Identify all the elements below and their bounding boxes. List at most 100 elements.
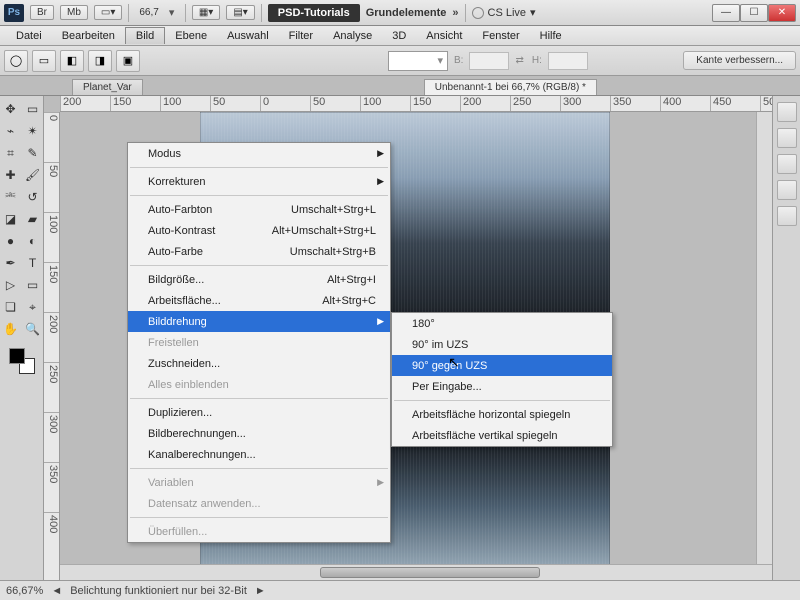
tab-planet[interactable]: Planet_Var bbox=[72, 79, 143, 95]
menu-item[interactable]: 90° im UZS bbox=[392, 334, 612, 355]
scrollbar-vertical[interactable] bbox=[756, 112, 772, 564]
crop-tool-icon[interactable]: ⌗ bbox=[1, 143, 21, 163]
minimize-button[interactable]: — bbox=[712, 4, 740, 22]
panel-icon[interactable] bbox=[777, 154, 797, 174]
height-label: H: bbox=[530, 55, 544, 66]
hand-tool-icon[interactable]: ✋ bbox=[1, 319, 21, 339]
menu-item[interactable]: Bildberechnungen... bbox=[128, 423, 390, 444]
menu-item[interactable]: Modus▶ bbox=[128, 143, 390, 164]
panel-icon[interactable] bbox=[777, 180, 797, 200]
menu-fenster[interactable]: Fenster bbox=[472, 28, 529, 44]
menu-item: Alles einblenden bbox=[128, 374, 390, 395]
menu-item[interactable]: Zuschneiden... bbox=[128, 353, 390, 374]
history-tool-icon[interactable]: ↺ bbox=[23, 187, 43, 207]
toolbox: ✥▭ ⌁✴ ⌗✎ ✚🖌 ⎃↺ ◪▰ ●◐ ✒T ▷▭ ❏⌖ ✋🔍 bbox=[0, 96, 44, 580]
marquee-int-icon[interactable]: ▣ bbox=[116, 50, 140, 72]
shape-tool-icon[interactable]: ▭ bbox=[23, 275, 43, 295]
menu-ansicht[interactable]: Ansicht bbox=[416, 28, 472, 44]
menu-bearbeiten[interactable]: Bearbeiten bbox=[52, 28, 125, 44]
camera-tool-icon[interactable]: ⌖ bbox=[23, 297, 43, 317]
marquee-add-icon[interactable]: ◧ bbox=[60, 50, 84, 72]
document-tabs: Planet_Var Unbenannt-1 bei 66,7% (RGB/8)… bbox=[0, 76, 800, 96]
marquee-type-icon[interactable]: ▭ bbox=[32, 50, 56, 72]
menu-auswahl[interactable]: Auswahl bbox=[217, 28, 279, 44]
marquee-sub-icon[interactable]: ◨ bbox=[88, 50, 112, 72]
menu-item[interactable]: Auto-FarbeUmschalt+Strg+B bbox=[128, 241, 390, 262]
menu-item[interactable]: Auto-KontrastAlt+Umschalt+Strg+L bbox=[128, 220, 390, 241]
menu-bilddrehung-submenu: 180°90° im UZS90° gegen UZSPer Eingabe..… bbox=[391, 312, 613, 447]
tab-unbenannt[interactable]: Unbenannt-1 bei 66,7% (RGB/8) * bbox=[424, 79, 597, 95]
zoom-dropdown-icon[interactable]: ▾ bbox=[169, 6, 179, 19]
width-label: B: bbox=[452, 55, 465, 66]
extras-button[interactable]: ▤▾ bbox=[226, 5, 254, 20]
screen-mode-button[interactable]: ▭▾ bbox=[94, 5, 122, 20]
brush-tool-icon[interactable]: 🖌 bbox=[23, 165, 43, 185]
panel-icon[interactable] bbox=[777, 128, 797, 148]
menu-item[interactable]: Arbeitsfläche...Alt+Strg+C bbox=[128, 290, 390, 311]
menu-item[interactable]: Duplizieren... bbox=[128, 402, 390, 423]
menu-item[interactable]: Korrekturen▶ bbox=[128, 171, 390, 192]
menu-datei[interactable]: Datei bbox=[6, 28, 52, 44]
menu-item[interactable]: Bilddrehung▶ bbox=[128, 311, 390, 332]
lasso-tool-icon[interactable]: ⌁ bbox=[1, 121, 21, 141]
swap-wh-icon[interactable]: ⇄ bbox=[513, 55, 525, 66]
ruler-horizontal[interactable]: 2001501005005010015020025030035040045050… bbox=[60, 96, 772, 112]
move-tool-icon[interactable]: ✥ bbox=[1, 99, 21, 119]
menu-item[interactable]: 180° bbox=[392, 313, 612, 334]
heal-tool-icon[interactable]: ✚ bbox=[1, 165, 21, 185]
arrange-button[interactable]: ▦▾ bbox=[192, 5, 220, 20]
panel-icon[interactable] bbox=[777, 102, 797, 122]
eyedropper-tool-icon[interactable]: ✎ bbox=[23, 143, 43, 163]
menu-ebene[interactable]: Ebene bbox=[165, 28, 217, 44]
color-swatches[interactable] bbox=[7, 346, 37, 376]
menu-item[interactable]: 90° gegen UZS bbox=[392, 355, 612, 376]
dodge-tool-icon[interactable]: ◐ bbox=[23, 231, 43, 251]
menu-analyse[interactable]: Analyse bbox=[323, 28, 382, 44]
cslive-button[interactable]: CS Live▾ bbox=[472, 6, 536, 19]
height-field[interactable] bbox=[548, 52, 588, 70]
menu-bild[interactable]: Bild bbox=[125, 27, 165, 44]
ruler-vertical[interactable]: 050100150200250300350400 bbox=[44, 112, 60, 580]
menu-filter[interactable]: Filter bbox=[279, 28, 323, 44]
marquee-tool-icon[interactable]: ▭ bbox=[23, 99, 43, 119]
panel-icon[interactable] bbox=[777, 206, 797, 226]
menu-3d[interactable]: 3D bbox=[382, 28, 416, 44]
tool-preset-icon[interactable]: ◯ bbox=[4, 50, 28, 72]
options-bar: ◯ ▭ ◧ ◨ ▣ ▾ B: ⇄ H: Kante verbessern... bbox=[0, 46, 800, 76]
menu-hilfe[interactable]: Hilfe bbox=[530, 28, 572, 44]
zoom-tool-icon[interactable]: 🔍 bbox=[23, 319, 43, 339]
type-tool-icon[interactable]: T bbox=[23, 253, 43, 273]
menu-item[interactable]: Auto-FarbtonUmschalt+Strg+L bbox=[128, 199, 390, 220]
minibridge-button[interactable]: Mb bbox=[60, 5, 88, 20]
stamp-tool-icon[interactable]: ⎃ bbox=[1, 187, 21, 207]
wand-tool-icon[interactable]: ✴ bbox=[23, 121, 43, 141]
menu-item[interactable]: Arbeitsfläche vertikal spiegeln bbox=[392, 425, 612, 446]
status-bar: 66,67% ◄ Belichtung funktioniert nur bei… bbox=[0, 580, 800, 600]
menu-item: Variablen▶ bbox=[128, 472, 390, 493]
titlebar: Ps Br Mb ▭▾ 66,7 ▾ ▦▾ ▤▾ PSD-Tutorials G… bbox=[0, 0, 800, 26]
refine-edge-button[interactable]: Kante verbessern... bbox=[683, 51, 796, 70]
zoom-level[interactable]: 66,7 bbox=[135, 7, 162, 18]
path-tool-icon[interactable]: ▷ bbox=[1, 275, 21, 295]
more-workspaces-icon[interactable]: » bbox=[452, 7, 458, 19]
gradient-tool-icon[interactable]: ▰ bbox=[23, 209, 43, 229]
style-dropdown[interactable]: ▾ bbox=[388, 51, 448, 71]
3d-tool-icon[interactable]: ❏ bbox=[1, 297, 21, 317]
status-zoom[interactable]: 66,67% bbox=[6, 585, 43, 597]
menubar: Datei Bearbeiten Bild Ebene Auswahl Filt… bbox=[0, 26, 800, 46]
bridge-button[interactable]: Br bbox=[30, 5, 54, 20]
width-field[interactable] bbox=[469, 52, 509, 70]
menu-item[interactable]: Bildgröße...Alt+Strg+I bbox=[128, 269, 390, 290]
maximize-button[interactable]: ☐ bbox=[740, 4, 768, 22]
workspace-grundelemente[interactable]: Grundelemente bbox=[366, 7, 447, 19]
right-panels bbox=[772, 96, 800, 580]
menu-item[interactable]: Per Eingabe... bbox=[392, 376, 612, 397]
menu-item[interactable]: Kanalberechnungen... bbox=[128, 444, 390, 465]
menu-item[interactable]: Arbeitsfläche horizontal spiegeln bbox=[392, 404, 612, 425]
blur-tool-icon[interactable]: ● bbox=[1, 231, 21, 251]
workspace-psdtutorials[interactable]: PSD-Tutorials bbox=[268, 4, 360, 22]
close-button[interactable]: ✕ bbox=[768, 4, 796, 22]
pen-tool-icon[interactable]: ✒ bbox=[1, 253, 21, 273]
scrollbar-horizontal[interactable] bbox=[60, 564, 772, 580]
eraser-tool-icon[interactable]: ◪ bbox=[1, 209, 21, 229]
